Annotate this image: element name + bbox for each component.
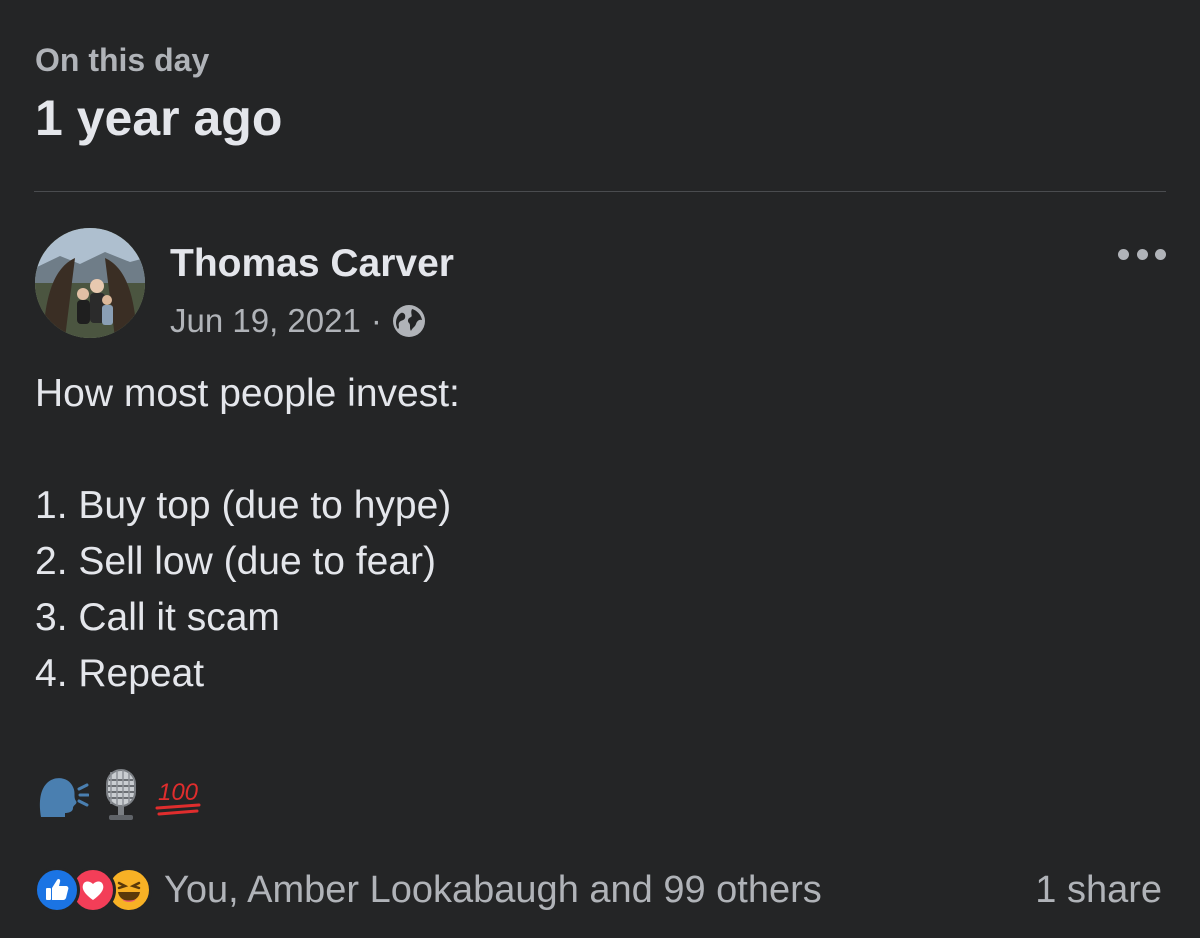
post-date[interactable]: Jun 19, 2021 — [170, 298, 361, 344]
like-icon — [34, 867, 80, 913]
reactions-summary[interactable]: You, Amber Lookabaugh and 99 others — [34, 865, 822, 915]
avatar-photo — [35, 228, 145, 338]
post-blank-line — [35, 422, 460, 478]
hundred-points-text: 100 — [158, 779, 199, 806]
more-dot — [1136, 248, 1148, 260]
post-line: 1. Buy top (due to hype) — [35, 484, 452, 527]
post-meta: Jun 19, 2021 · — [170, 298, 426, 344]
memory-title: 1 year ago — [35, 90, 283, 146]
emoji-row: 100 — [35, 768, 203, 822]
post-line: How most people invest: — [35, 372, 460, 415]
avatar[interactable] — [35, 228, 145, 338]
microphone-icon — [101, 768, 141, 822]
speaking-head-icon — [35, 771, 89, 819]
post-footer: You, Amber Lookabaugh and 99 others 1 sh… — [34, 862, 1162, 918]
more-dot — [1155, 248, 1166, 260]
memory-header: On this day 1 year ago — [35, 38, 282, 148]
meta-separator: · — [370, 302, 382, 339]
divider — [34, 191, 1166, 192]
post-line: 4. Repeat — [35, 652, 205, 695]
memory-kicker: On this day — [35, 42, 210, 78]
more-options-button[interactable] — [1118, 244, 1166, 264]
post-line: 3. Call it scam — [35, 596, 280, 639]
globe-icon[interactable] — [392, 304, 426, 338]
reaction-icons — [34, 867, 152, 913]
post-body: How most people invest: 1. Buy top (due … — [35, 366, 460, 702]
hundred-points-icon: 100 — [153, 772, 203, 818]
author-name[interactable]: Thomas Carver — [170, 238, 454, 290]
reactions-text[interactable]: You, Amber Lookabaugh and 99 others — [164, 865, 822, 915]
more-dot — [1118, 248, 1129, 260]
post-line: 2. Sell low (due to fear) — [35, 540, 437, 583]
share-count[interactable]: 1 share — [1035, 865, 1162, 915]
